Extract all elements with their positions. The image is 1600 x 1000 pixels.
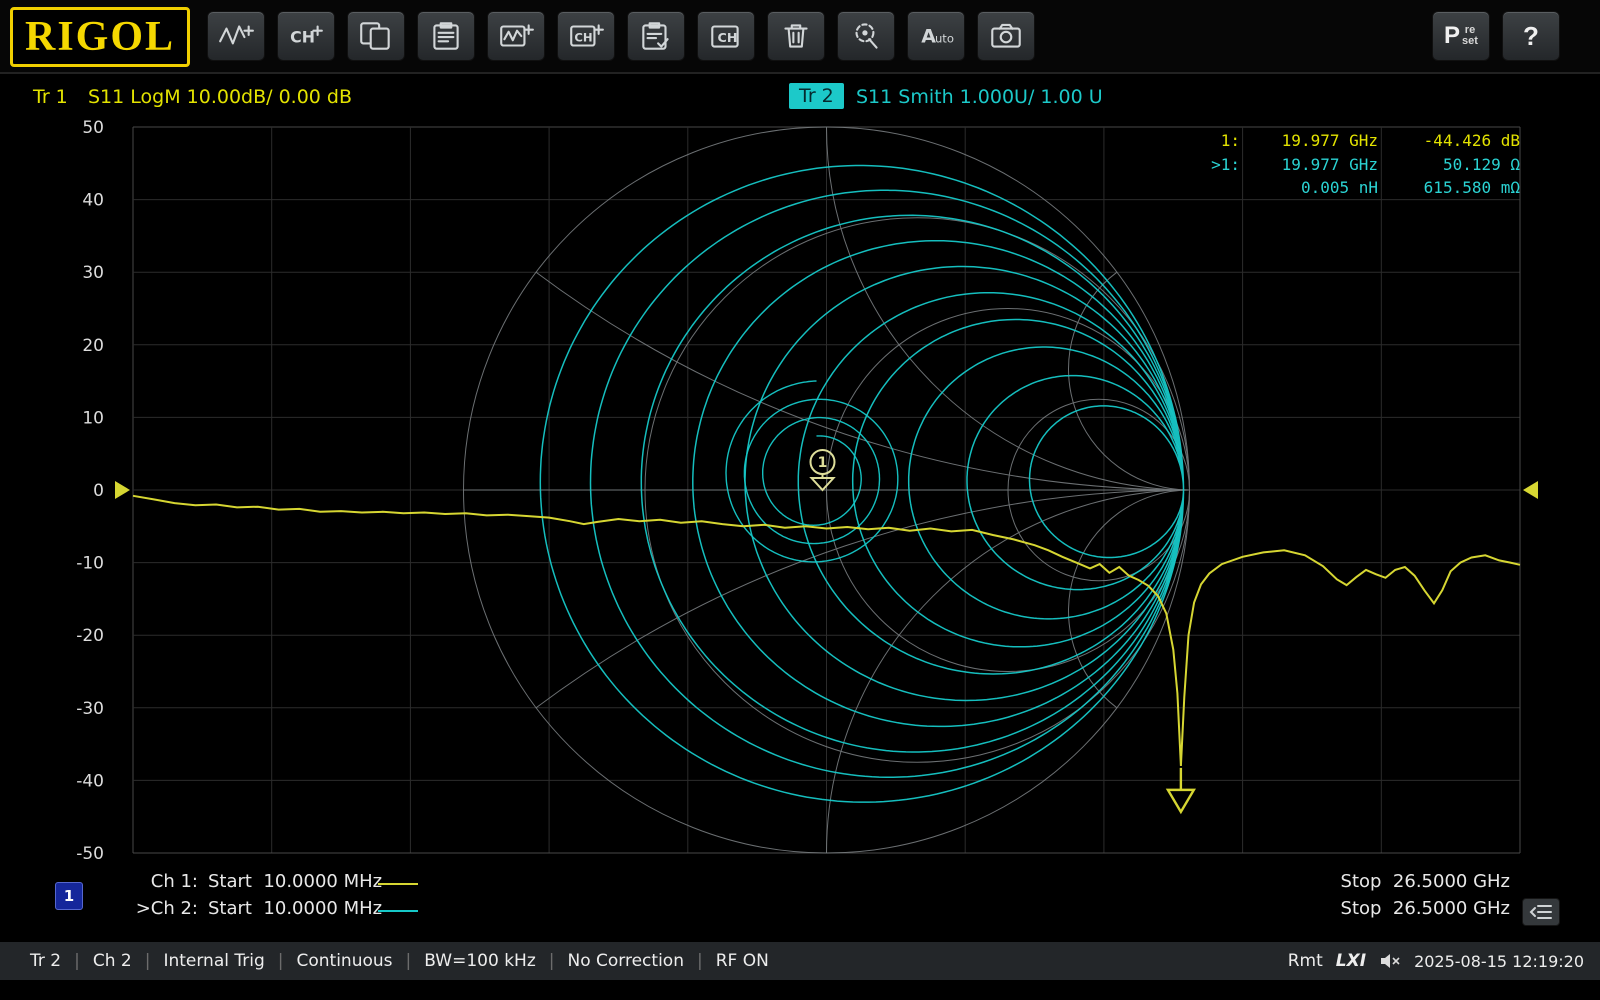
marker-readout: 1:19.977 GHz-44.426 dB>1:19.977 GHz50.12… bbox=[1190, 129, 1525, 200]
channel-add-icon: CH bbox=[287, 19, 325, 53]
marker-readout-cell: 615.580 mΩ bbox=[1378, 176, 1520, 200]
rigol-logo: RIGOL bbox=[10, 7, 190, 67]
y-tick-label: -20 bbox=[76, 626, 104, 646]
ref-level-arrow-right[interactable] bbox=[1523, 481, 1538, 499]
trace-window-add-button[interactable] bbox=[487, 11, 545, 61]
trace-setup-button[interactable] bbox=[627, 11, 685, 61]
svg-text:uto: uto bbox=[935, 31, 954, 45]
touch-button[interactable] bbox=[837, 11, 895, 61]
copy-trace-icon bbox=[357, 19, 395, 53]
preset-label-initial: P bbox=[1444, 22, 1460, 50]
marker-readout-cell: 19.977 GHz bbox=[1240, 153, 1378, 177]
trace-tr2-smith bbox=[540, 166, 1183, 803]
y-tick-label: -10 bbox=[76, 554, 104, 574]
y-tick-label: -40 bbox=[76, 771, 104, 791]
channel-window-button[interactable]: CH bbox=[697, 11, 755, 61]
help-button[interactable]: ? bbox=[1502, 11, 1560, 61]
remote-indicator[interactable]: Rmt bbox=[1288, 951, 1323, 971]
auto-scale-button[interactable]: Auto bbox=[907, 11, 965, 61]
marker-readout-cell: >1: bbox=[1190, 153, 1240, 177]
status-field-0[interactable]: Tr 2 bbox=[0, 951, 74, 971]
marker-readout-row: 1:19.977 GHz-44.426 dB bbox=[1190, 129, 1525, 153]
channel2-start: Start 10.0000 MHz bbox=[208, 898, 382, 919]
channel-window-icon: CH bbox=[707, 19, 745, 53]
delete-button[interactable] bbox=[767, 11, 825, 61]
status-bar: Tr 2|Ch 2|Internal Trig|Continuous|BW=10… bbox=[0, 942, 1600, 980]
marker-readout-cell: 50.129 Ω bbox=[1378, 153, 1520, 177]
measure-setup-button[interactable] bbox=[417, 11, 475, 61]
marker-readout-cell: -44.426 dB bbox=[1378, 129, 1520, 153]
speaker-muted-icon[interactable] bbox=[1379, 953, 1401, 969]
header-bar: RIGOL CH CH CH Auto P re set ? bbox=[0, 0, 1600, 74]
channel-add-button[interactable]: CH bbox=[277, 11, 335, 61]
channel2-label: >Ch 2: bbox=[100, 898, 198, 919]
screenshot-icon bbox=[987, 19, 1025, 53]
y-tick-label: 20 bbox=[82, 336, 104, 356]
marker-readout-row: 0.005 nH615.580 mΩ bbox=[1190, 176, 1525, 200]
help-label: ? bbox=[1523, 21, 1539, 52]
status-field-5[interactable]: No Correction bbox=[555, 951, 697, 971]
marker-readout-cell bbox=[1190, 176, 1240, 200]
plot-area[interactable]: 50 40 30 20 10 0 -10 -20 -30 -40 -50 1 bbox=[0, 72, 1600, 940]
channel2-row: >Ch 2: Start 10.0000 MHz Stop 26.5000 GH… bbox=[0, 898, 1600, 925]
auto-scale-icon: Auto bbox=[917, 19, 955, 53]
screenshot-button[interactable] bbox=[977, 11, 1035, 61]
status-field-1[interactable]: Ch 2 bbox=[80, 951, 145, 971]
y-tick-label: 10 bbox=[82, 408, 104, 428]
channel-window-add-button[interactable]: CH bbox=[557, 11, 615, 61]
trace-window-add-icon bbox=[497, 19, 535, 53]
measure-setup-icon bbox=[427, 19, 465, 53]
y-tick-label: -50 bbox=[76, 844, 104, 864]
channel1-label: Ch 1: bbox=[100, 871, 198, 892]
copy-trace-button[interactable] bbox=[347, 11, 405, 61]
channel1-row: Ch 1: Start 10.0000 MHz Stop 26.5000 GHz bbox=[0, 871, 1600, 898]
status-field-4[interactable]: BW=100 kHz bbox=[411, 951, 549, 971]
trace-setup-icon bbox=[637, 19, 675, 53]
y-tick-label: 30 bbox=[82, 263, 104, 283]
preset-label-bottom: set bbox=[1462, 36, 1478, 47]
channel1-stop: Stop 26.5000 GHz bbox=[1341, 871, 1510, 892]
channel-window-add-icon: CH bbox=[567, 19, 605, 53]
status-fields: Tr 2|Ch 2|Internal Trig|Continuous|BW=10… bbox=[0, 951, 782, 971]
trace-add-button[interactable] bbox=[207, 11, 265, 61]
y-tick-label: 40 bbox=[82, 191, 104, 211]
svg-text:CH: CH bbox=[574, 30, 592, 44]
status-right-cluster: Rmt LXI 2025-08-15 12:19:20 bbox=[1288, 951, 1584, 971]
marker-1-tr2[interactable]: 1 bbox=[811, 450, 835, 490]
channel2-trace-swatch bbox=[378, 910, 418, 912]
svg-text:CH: CH bbox=[718, 30, 738, 45]
datetime-display: 2025-08-15 12:19:20 bbox=[1414, 952, 1584, 971]
channel1-trace-swatch bbox=[378, 883, 418, 885]
channel2-stop: Stop 26.5000 GHz bbox=[1341, 898, 1510, 919]
delete-icon bbox=[777, 19, 815, 53]
marker-readout-cell: 19.977 GHz bbox=[1240, 129, 1378, 153]
channel1-start: Start 10.0000 MHz bbox=[208, 871, 382, 892]
marker-readout-row: >1:19.977 GHz50.129 Ω bbox=[1190, 153, 1525, 177]
y-tick-label: -30 bbox=[76, 699, 104, 719]
vna-screen: RIGOL CHCHCHAuto P re set ? Tr 1 S11 Log… bbox=[0, 0, 1600, 1000]
svg-text:CH: CH bbox=[290, 27, 315, 46]
touch-icon bbox=[847, 19, 885, 53]
y-tick-label: 0 bbox=[93, 481, 104, 501]
menu-collapse-button[interactable] bbox=[1522, 898, 1560, 926]
preset-label-small: re set bbox=[1462, 25, 1478, 47]
y-tick-label: 50 bbox=[82, 118, 104, 138]
preset-button[interactable]: P re set bbox=[1432, 11, 1490, 61]
marker-readout-cell: 0.005 nH bbox=[1240, 176, 1378, 200]
status-field-3[interactable]: Continuous bbox=[284, 951, 406, 971]
trace-add-icon bbox=[217, 19, 255, 53]
marker-1-tr2-label: 1 bbox=[818, 455, 828, 471]
menu-collapse-icon bbox=[1529, 902, 1553, 922]
ref-level-arrow-left[interactable] bbox=[115, 481, 130, 499]
status-field-2[interactable]: Internal Trig bbox=[150, 951, 277, 971]
y-axis-labels: 50 40 30 20 10 0 -10 -20 -30 -40 -50 bbox=[76, 118, 104, 864]
marker-readout-cell: 1: bbox=[1190, 129, 1240, 153]
lxi-indicator[interactable]: LXI bbox=[1336, 951, 1366, 971]
marker-1-tr1[interactable] bbox=[1168, 768, 1194, 812]
status-field-6[interactable]: RF ON bbox=[703, 951, 782, 971]
